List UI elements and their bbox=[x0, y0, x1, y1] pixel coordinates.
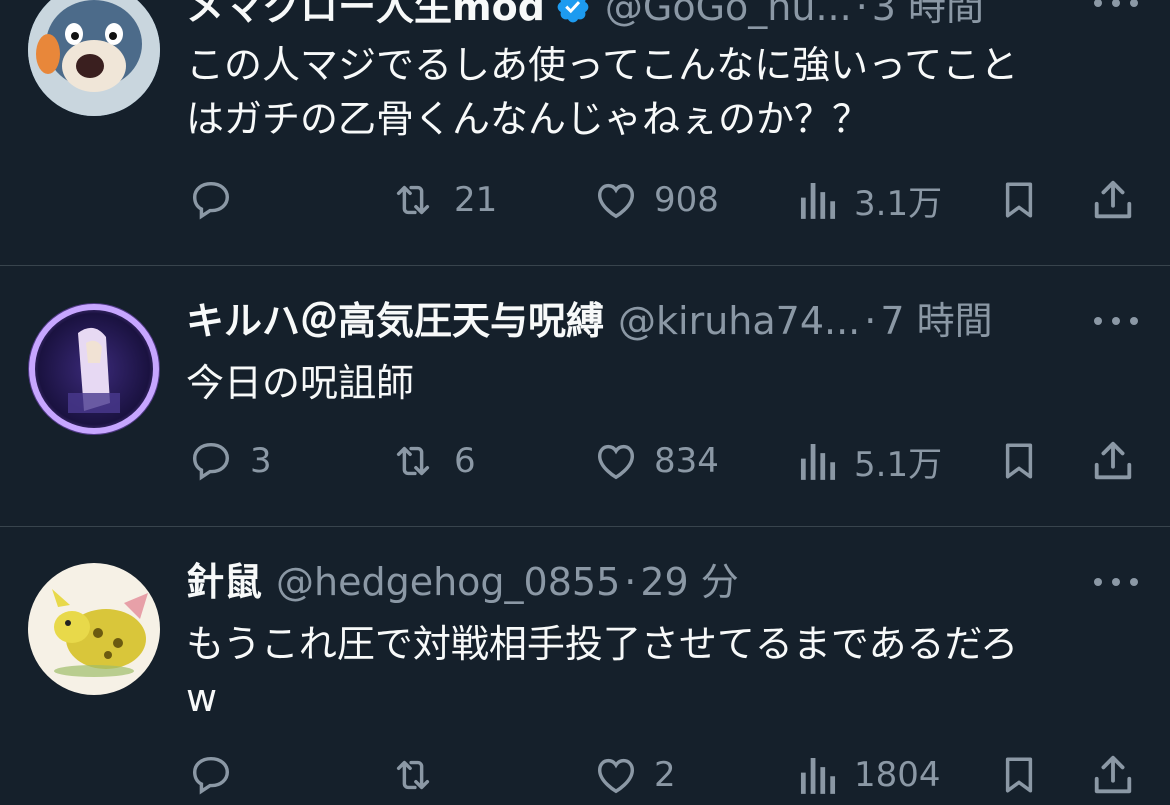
retweet-button[interactable] bbox=[386, 745, 454, 805]
tweet-3[interactable]: 針鼠 @hedgehog_0855 · 29 分 もうこれ圧で対戦相手投了させて… bbox=[0, 527, 1170, 795]
views-button[interactable]: 1804 bbox=[796, 745, 941, 805]
action-bar: 21 908 3.1万 bbox=[0, 170, 1170, 230]
display-name[interactable]: 針鼠 bbox=[186, 557, 262, 607]
timestamp[interactable]: 7 時間 bbox=[880, 296, 992, 346]
bookmark-button[interactable] bbox=[998, 745, 1040, 805]
views-icon bbox=[800, 443, 836, 480]
retweet-count: 21 bbox=[454, 180, 498, 220]
separator-dot: · bbox=[855, 0, 868, 29]
tweet-text-line: はガチの乙骨くんなんじゃねぇのか？？ bbox=[186, 97, 871, 141]
like-icon bbox=[597, 444, 635, 480]
views-icon bbox=[800, 182, 836, 219]
reply-button[interactable]: 3 bbox=[186, 431, 272, 491]
reply-button[interactable] bbox=[186, 170, 250, 230]
action-bar: 2 1804 bbox=[0, 745, 1170, 805]
avatar-2[interactable] bbox=[28, 303, 160, 435]
bookmark-icon bbox=[1005, 757, 1033, 793]
like-button[interactable]: 2 bbox=[592, 745, 676, 805]
verified-badge-icon bbox=[555, 0, 591, 25]
bookmark-button[interactable] bbox=[998, 170, 1040, 230]
handle[interactable]: @kiruha74... bbox=[618, 296, 860, 346]
tweet-2[interactable]: キルハ＠高気圧天与呪縛 @kiruha74... · 7 時間 今日の呪詛師 3… bbox=[0, 266, 1170, 526]
views-count: 1804 bbox=[854, 755, 941, 795]
reply-icon bbox=[192, 756, 230, 795]
tweet-1[interactable]: メマクロー人生mod @GoGo_nu... · 3 時間 この人マジでるしあ使… bbox=[0, 0, 1170, 265]
tweet-text: 今日の呪詛師 bbox=[186, 356, 1136, 410]
like-icon bbox=[597, 183, 635, 219]
more-icon[interactable] bbox=[1094, 306, 1138, 336]
bookmark-icon bbox=[1005, 182, 1033, 218]
share-icon bbox=[1094, 755, 1132, 794]
retweet-count: 6 bbox=[454, 441, 476, 481]
avatar-1-image bbox=[28, 0, 160, 116]
like-count: 908 bbox=[654, 180, 719, 220]
retweet-icon bbox=[396, 446, 430, 476]
share-button[interactable] bbox=[1090, 745, 1136, 805]
timestamp[interactable]: 3 時間 bbox=[872, 0, 984, 32]
timestamp[interactable]: 29 分 bbox=[640, 557, 738, 607]
retweet-icon bbox=[396, 185, 430, 215]
more-icon[interactable] bbox=[1094, 567, 1138, 597]
avatar-2-image bbox=[28, 303, 160, 435]
views-button[interactable]: 3.1万 bbox=[796, 170, 942, 230]
display-name[interactable]: キルハ＠高気圧天与呪縛 bbox=[186, 296, 604, 346]
avatar-1[interactable] bbox=[28, 0, 160, 116]
tweet-text: この人マジでるしあ使ってこんなに強いってこと はガチの乙骨くんなんじゃねぇのか？… bbox=[186, 38, 1136, 146]
views-icon bbox=[800, 757, 836, 794]
share-icon bbox=[1094, 180, 1132, 219]
like-count: 2 bbox=[654, 755, 676, 795]
avatar-3[interactable] bbox=[28, 563, 160, 695]
display-name[interactable]: メマクロー人生mod bbox=[186, 0, 545, 32]
retweet-icon bbox=[396, 760, 430, 790]
tweet-text-line: この人マジでるしあ使ってこんなに強いってこと bbox=[186, 43, 1019, 87]
handle[interactable]: @hedgehog_0855 bbox=[276, 557, 620, 607]
avatar-3-image bbox=[28, 563, 160, 695]
tweet-text-line: 今日の呪詛師 bbox=[186, 361, 415, 405]
action-bar: 3 6 834 5.1万 bbox=[0, 431, 1170, 491]
share-button[interactable] bbox=[1090, 431, 1136, 491]
share-button[interactable] bbox=[1090, 170, 1136, 230]
tweet-text-line: もうこれ圧で対戦相手投了させてるまであるだろ bbox=[186, 622, 1019, 666]
separator-dot: · bbox=[624, 560, 637, 604]
bookmark-icon bbox=[1005, 443, 1033, 479]
views-button[interactable]: 5.1万 bbox=[796, 431, 942, 491]
reply-count: 3 bbox=[250, 441, 272, 481]
views-count: 3.1万 bbox=[854, 183, 943, 224]
like-button[interactable]: 908 bbox=[592, 170, 719, 230]
more-icon[interactable] bbox=[1094, 0, 1138, 18]
views-count: 5.1万 bbox=[854, 444, 943, 485]
like-button[interactable]: 834 bbox=[592, 431, 719, 491]
like-icon bbox=[597, 758, 635, 794]
reply-icon bbox=[192, 442, 230, 481]
handle[interactable]: @GoGo_nu... bbox=[605, 0, 852, 32]
reply-button[interactable] bbox=[186, 745, 250, 805]
separator-dot: · bbox=[864, 299, 877, 343]
share-icon bbox=[1094, 441, 1132, 480]
tweet-text-line: w bbox=[186, 676, 218, 720]
tweet-text: もうこれ圧で対戦相手投了させてるまであるだろ w bbox=[186, 617, 1136, 725]
retweet-button[interactable]: 6 bbox=[386, 431, 476, 491]
reply-icon bbox=[192, 181, 230, 220]
like-count: 834 bbox=[654, 441, 719, 481]
bookmark-button[interactable] bbox=[998, 431, 1040, 491]
retweet-button[interactable]: 21 bbox=[386, 170, 497, 230]
